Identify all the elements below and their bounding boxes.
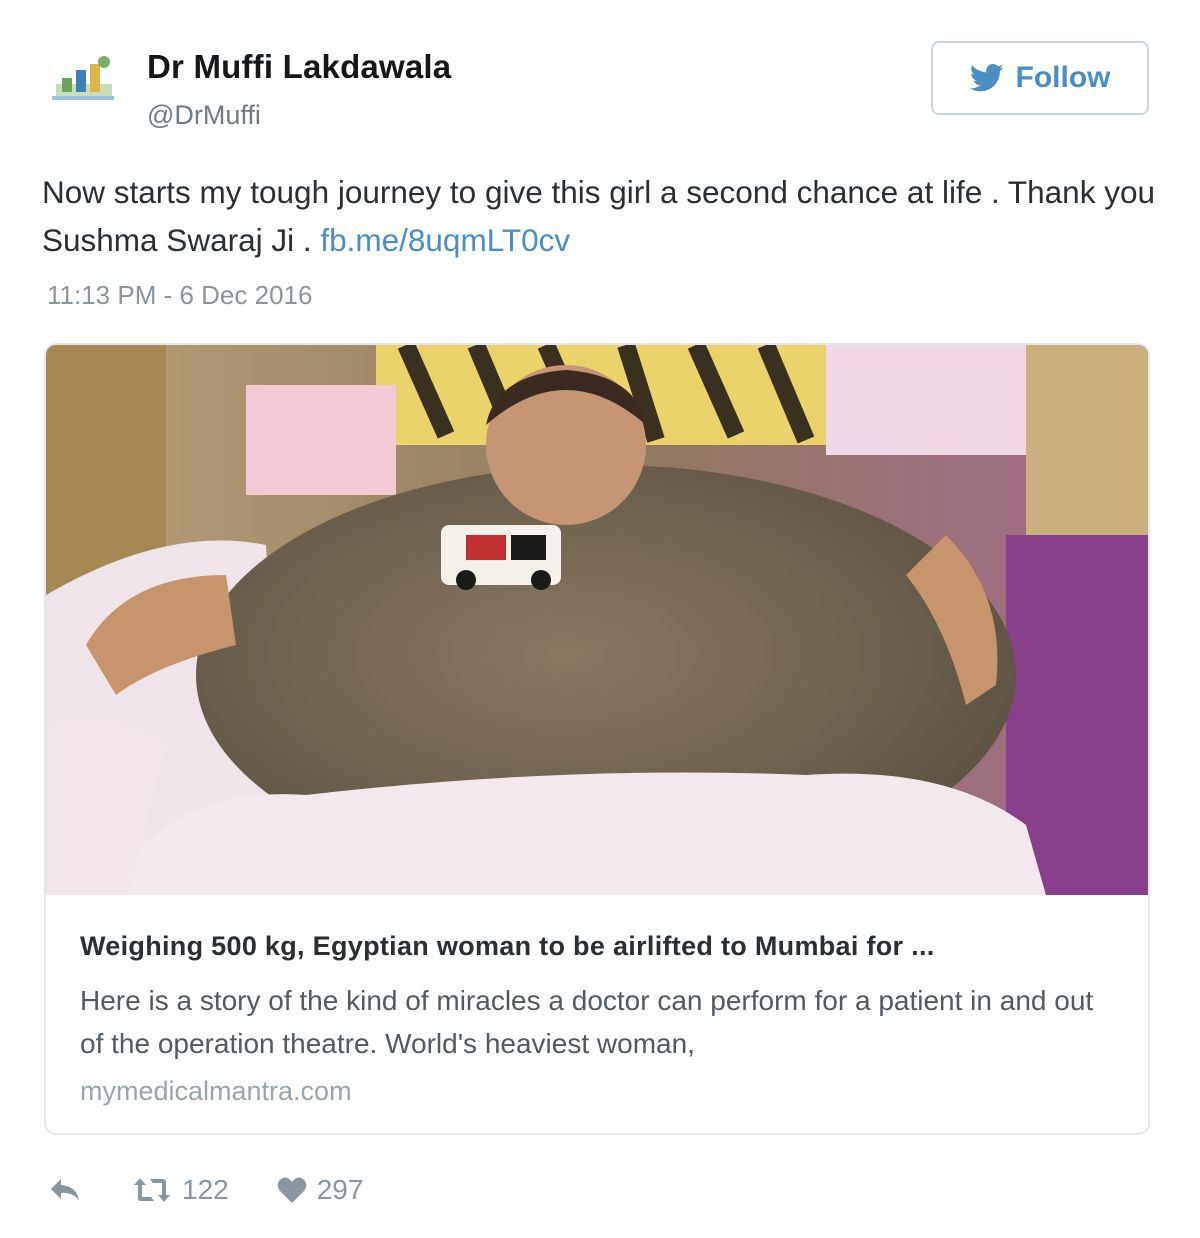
tweet: Dr Muffi Lakdawala @DrMuffi Follow Now s…: [0, 0, 1200, 1238]
tweet-link[interactable]: fb.me/8uqmLT0cv: [320, 222, 570, 258]
heart-icon: [277, 1177, 306, 1203]
card-domain[interactable]: mymedicalmantra.com: [80, 1076, 352, 1107]
timestamp[interactable]: 11:13 PM - 6 Dec 2016: [47, 280, 312, 311]
follow-label: Follow: [1015, 61, 1111, 94]
follow-button[interactable]: Follow: [931, 41, 1149, 115]
tweet-text: Now starts my tough journey to give this…: [42, 168, 1162, 264]
retweet-icon: [134, 1178, 170, 1202]
card-image[interactable]: [46, 345, 1148, 895]
reply-button[interactable]: [48, 1177, 82, 1203]
card-title[interactable]: Weighing 500 kg, Egyptian woman to be ai…: [80, 931, 1120, 962]
tweet-body: Now starts my tough journey to give this…: [42, 174, 1155, 258]
avatar[interactable]: [48, 50, 120, 106]
action-bar: 122 297: [48, 1168, 363, 1212]
twitter-bird-icon: [969, 63, 1003, 92]
card-description: Here is a story of the kind of miracles …: [80, 985, 1094, 1059]
like-count: 297: [316, 1174, 364, 1205]
author-handle[interactable]: @DrMuffi: [147, 100, 261, 131]
author-name[interactable]: Dr Muffi Lakdawala: [147, 48, 451, 86]
retweet-button[interactable]: 122: [132, 1174, 229, 1206]
reply-icon: [51, 1179, 79, 1200]
like-button[interactable]: 297: [277, 1174, 364, 1206]
retweet-count: 122: [182, 1174, 229, 1205]
link-card[interactable]: Weighing 500 kg, Egyptian woman to be ai…: [44, 343, 1150, 1135]
